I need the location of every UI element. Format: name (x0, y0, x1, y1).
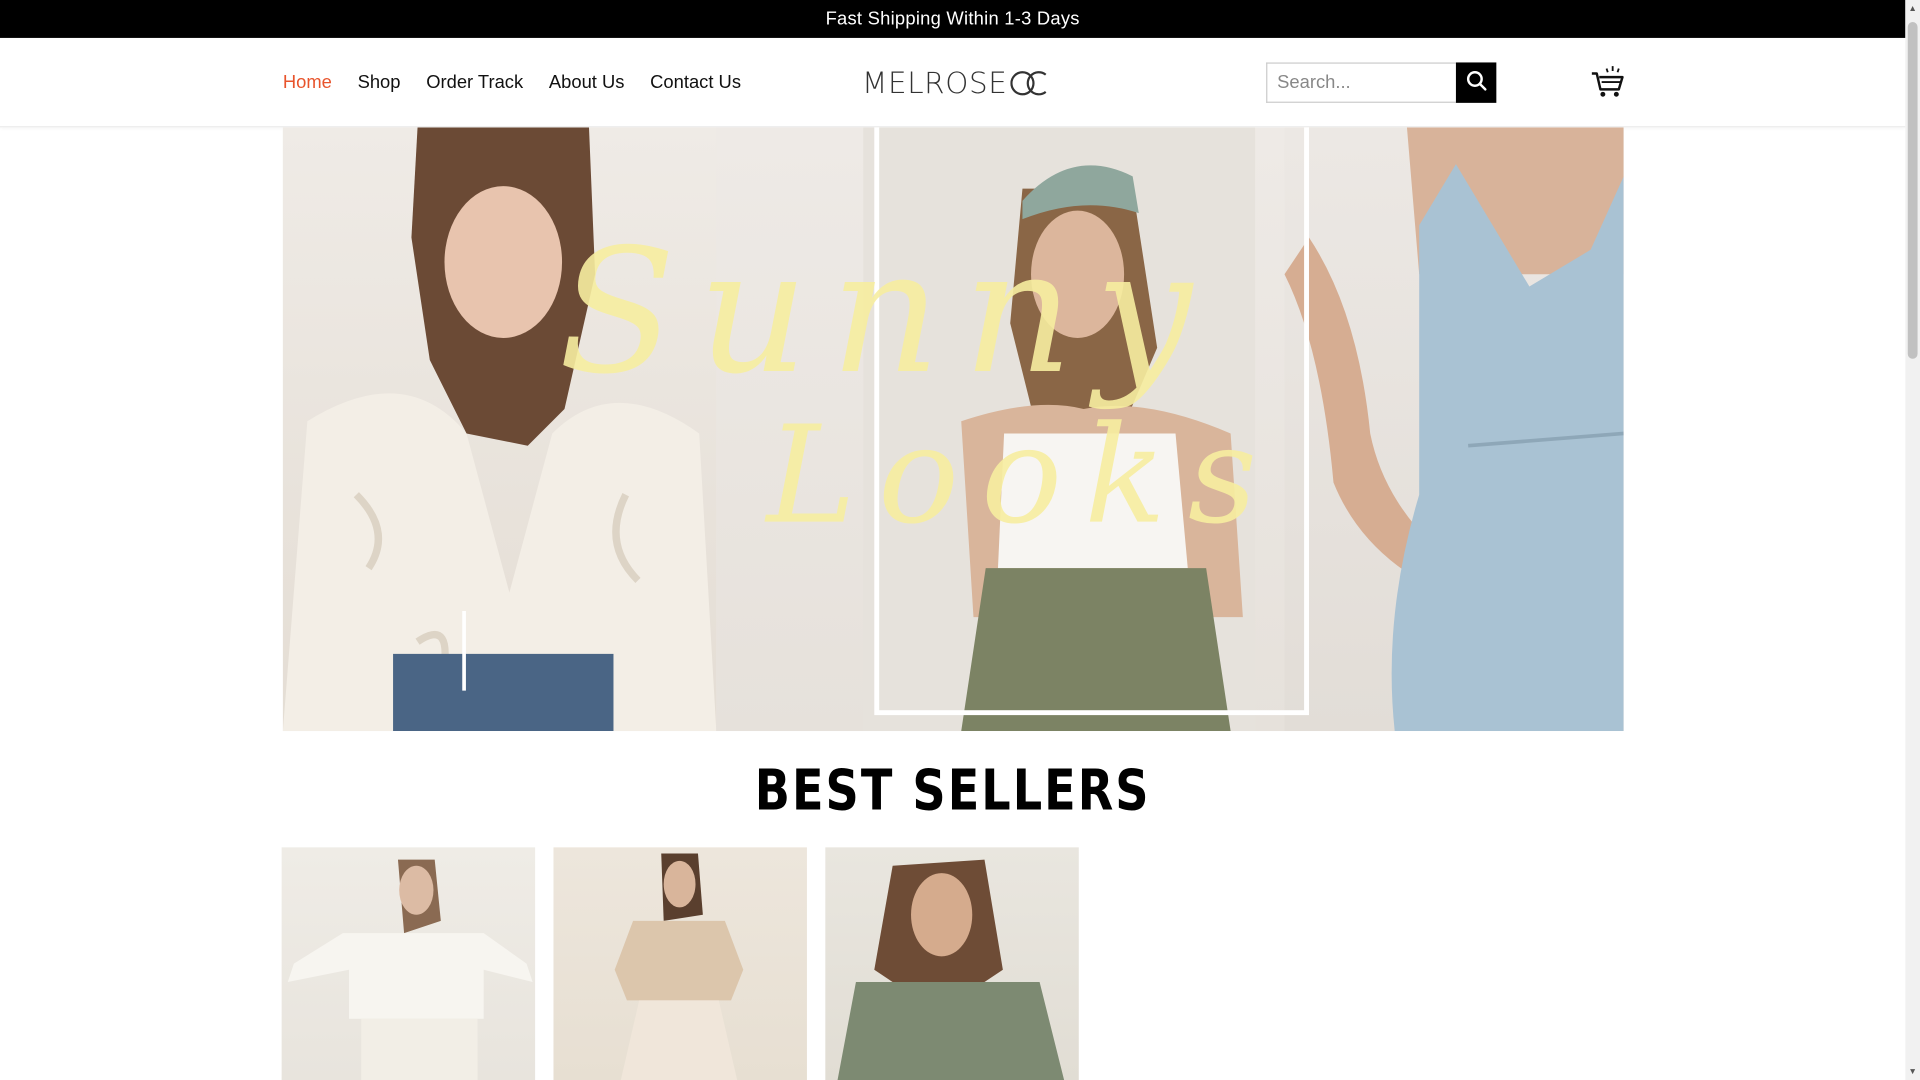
main-nav: Home Shop Order Track About Us Contact U… (283, 38, 741, 127)
page-scrollbar[interactable]: ▲ ▼ (1905, 0, 1920, 1080)
site-header: Home Shop Order Track About Us Contact U… (0, 37, 1906, 128)
search-box (1266, 62, 1497, 103)
brand-name: MELROSE (862, 66, 1008, 101)
hero-image-right (1284, 127, 1624, 732)
brand-mark-logo (1009, 69, 1049, 98)
scroll-up-arrow-icon[interactable]: ▲ (1905, 0, 1920, 17)
product-card-2[interactable] (553, 847, 807, 1080)
product-card-3[interactable] (825, 847, 1079, 1080)
brand-logo[interactable]: MELROSE (862, 65, 1049, 102)
product-image-1 (287, 859, 533, 1080)
scroll-thumb[interactable] (1907, 22, 1918, 359)
cart-button[interactable] (1589, 64, 1626, 101)
product-image-3 (837, 859, 1065, 1080)
announcement-bar: Fast Shipping Within 1-3 Days (0, 0, 1906, 38)
product-card-1[interactable] (281, 847, 536, 1080)
cart-icon (1589, 66, 1626, 105)
nav-shop[interactable]: Shop (358, 72, 401, 93)
hero-banner[interactable]: Sunny Looks (282, 127, 1624, 732)
nav-home[interactable]: Home (283, 72, 332, 93)
search-input[interactable] (1266, 62, 1456, 103)
search-icon (1465, 70, 1487, 96)
nav-about-us[interactable]: About Us (549, 72, 625, 93)
hero-script-sunny: Sunny (558, 213, 1215, 413)
product-image-2 (614, 853, 744, 1080)
search-button[interactable] (1455, 62, 1497, 103)
nav-contact-us[interactable]: Contact Us (650, 72, 741, 93)
scroll-down-arrow-icon[interactable]: ▼ (1905, 1063, 1920, 1080)
hero-script-looks: Looks (766, 396, 1280, 554)
nav-order-track[interactable]: Order Track (426, 72, 523, 93)
announcement-text: Fast Shipping Within 1-3 Days (825, 8, 1080, 30)
best-sellers-title: BEST SELLERS (754, 756, 1151, 823)
